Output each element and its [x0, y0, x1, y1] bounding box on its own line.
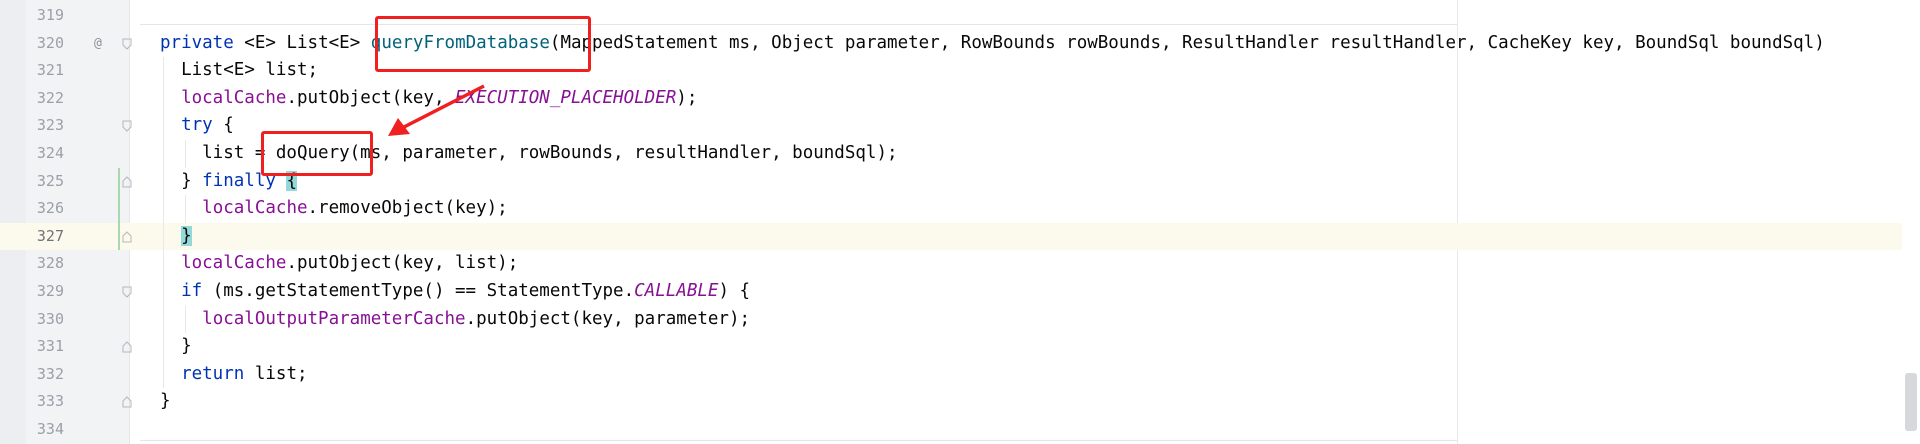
indent-guide — [163, 57, 164, 389]
vcs-change-marker[interactable] — [118, 167, 120, 251]
indent-guide — [185, 305, 186, 334]
indent-guide — [185, 195, 186, 223]
arrow-shaft — [401, 84, 485, 130]
indent-guide — [185, 140, 186, 168]
annotation-arrow — [388, 84, 485, 136]
